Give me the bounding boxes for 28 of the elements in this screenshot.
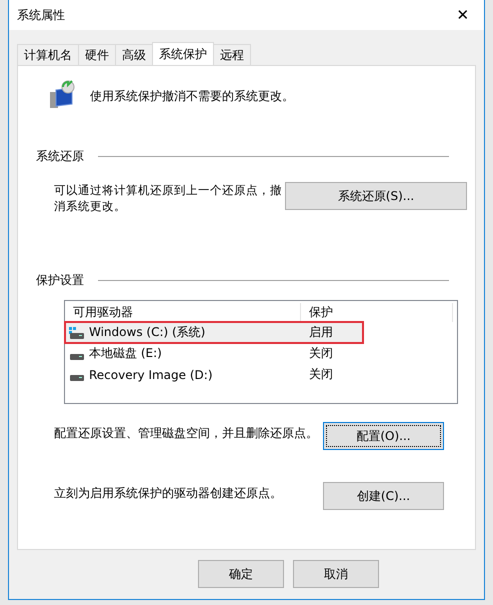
intro-text: 使用系统保护撤消不需要的系统更改。 — [90, 88, 294, 104]
close-button[interactable]: ✕ — [448, 6, 478, 24]
section-heading: 保护设置 — [36, 272, 84, 288]
restore-description: 可以通过将计算机还原到上一个还原点，撤消系统更改。 — [54, 182, 283, 214]
tab[interactable]: 远程 — [213, 44, 251, 65]
system-drive-icon — [69, 326, 85, 338]
section-heading: 系统还原 — [36, 148, 84, 164]
drive-name: Recovery Image (D:) — [88, 368, 214, 382]
drive-name: 本地磁盘 (E:) — [88, 345, 163, 362]
window-title: 系统属性 — [17, 6, 65, 24]
action-description: 立刻为启用系统保护的驱动器创建还原点。 — [54, 485, 282, 501]
action-button[interactable]: 创建(C)... — [323, 482, 444, 510]
drive-name: Windows (C:) (系统) — [88, 324, 206, 341]
system-restore-button[interactable]: 系统还原(S)... — [285, 182, 467, 210]
drive-row[interactable]: Windows (C:) (系统) 启用 — [65, 322, 363, 343]
tab[interactable]: 计算机名 — [17, 44, 79, 65]
action-button[interactable]: 配置(O)... — [323, 422, 444, 450]
protection-status: 关闭 — [308, 366, 333, 383]
drive-row[interactable]: Recovery Image (D:) 关闭 — [65, 364, 453, 385]
drive-row[interactable]: 本地磁盘 (E:) 关闭 — [65, 343, 453, 364]
dialog-button[interactable]: 确定 — [198, 560, 284, 588]
protection-status: 关闭 — [308, 345, 333, 362]
action-description: 配置还原设置、管理磁盘空间，并且删除还原点。 — [54, 425, 318, 441]
drive-icon — [69, 354, 85, 360]
dialog-button[interactable]: 取消 — [293, 560, 379, 588]
protection-status: 启用 — [308, 324, 333, 341]
tab[interactable]: 系统保护 — [152, 42, 214, 65]
drive-icon — [69, 374, 85, 380]
